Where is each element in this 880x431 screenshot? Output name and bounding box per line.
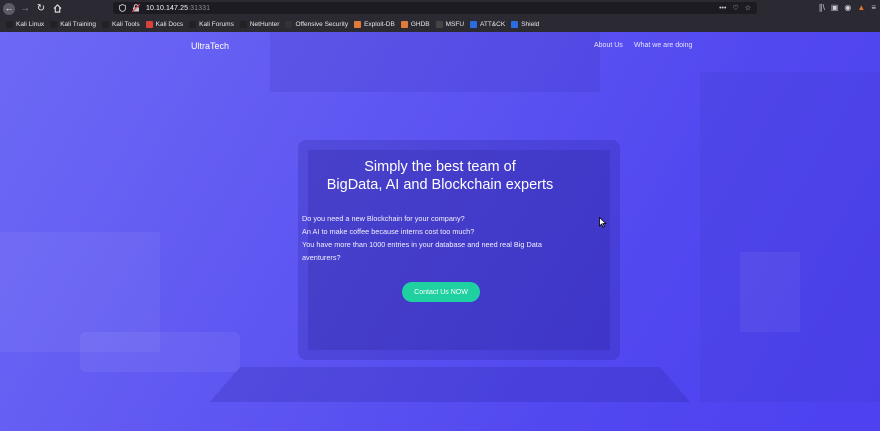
library-icon[interactable]: ∥\	[819, 4, 825, 12]
back-button[interactable]: ←	[3, 2, 15, 15]
arrow-left-icon: ←	[4, 3, 14, 13]
forward-button[interactable]: →	[19, 3, 31, 15]
bookmark-item[interactable]: NetHunter	[239, 21, 280, 28]
bookmark-label: Kali Tools	[111, 21, 140, 28]
bookmark-item[interactable]: Exploit-DB	[354, 21, 395, 28]
bookmark-item[interactable]: GHDB	[400, 21, 430, 28]
bookmark-label: GHDB	[410, 21, 430, 28]
kali-icon	[50, 21, 58, 28]
hero-text-line: Do you need a new Blockchain for your co…	[302, 214, 465, 223]
kali-icon	[101, 21, 109, 28]
bookmark-item[interactable]: ATT&CK	[470, 21, 505, 28]
hero-title-line1: Simply the best team of	[364, 159, 516, 175]
hero-text-line: You have more than 1000 entries in your …	[302, 240, 542, 249]
url-port: :31331	[188, 4, 211, 12]
bookmark-label: Kali Linux	[16, 21, 45, 28]
kali-docs-icon	[145, 21, 153, 28]
bookmark-label: ATT&CK	[480, 21, 506, 28]
hero-text-line: aventurers?	[302, 253, 341, 262]
url-text[interactable]: 10.10.147.25:31331	[146, 5, 210, 12]
hero-text-line: An AI to make coffee because interns cos…	[302, 227, 475, 236]
bookmark-item[interactable]: Kali Tools	[101, 21, 140, 28]
exploitdb-icon	[354, 21, 362, 28]
sidebar-icon[interactable]: ▣	[831, 4, 839, 12]
shield-icon[interactable]	[117, 3, 127, 13]
page-actions-icon[interactable]: •••	[719, 5, 726, 12]
bookmarks-bar: Kali Linux Kali Training Kali Tools Kali Do…	[0, 17, 880, 33]
url-host: 10.10.147.25	[146, 4, 189, 12]
hero-section: UltraTech About Us What we are doing Sim…	[0, 32, 880, 431]
bookmark-label: MSFU	[445, 21, 465, 28]
home-button[interactable]	[51, 3, 63, 15]
msfu-icon	[435, 21, 443, 28]
nav-link-what-we-do[interactable]: What we are doing	[634, 42, 692, 49]
menu-icon[interactable]: ≡	[871, 4, 876, 12]
bookmark-label: Kali Forums	[199, 21, 234, 28]
reload-button[interactable]: ↻	[35, 3, 47, 15]
contact-us-button[interactable]: Contact Us NOW	[402, 282, 480, 302]
mitre-icon	[470, 21, 478, 28]
foxyproxy-icon[interactable]: ▲	[857, 4, 865, 12]
home-icon	[53, 4, 61, 13]
kali-icon	[239, 21, 247, 28]
ghdb-icon	[400, 21, 408, 28]
pocket-icon[interactable]: ♡	[732, 5, 738, 12]
hero-title-line2: BigData, AI and Blockchain experts	[326, 177, 554, 193]
browser-toolbar: ← → ↻ 10.10.147.25:31331 ••• ♡ ☆ ∥\ ▣ ◉ …	[0, 0, 880, 17]
mitre-icon	[511, 21, 519, 28]
bookmark-label: Kali Docs	[155, 21, 184, 28]
bookmark-item[interactable]: MSFU	[435, 21, 465, 28]
arrow-right-icon: →	[20, 2, 30, 14]
kali-icon	[189, 21, 197, 28]
bookmark-label: Offensive Security	[295, 21, 349, 28]
account-icon[interactable]: ◉	[844, 4, 851, 12]
bookmark-star-icon[interactable]: ☆	[745, 5, 751, 12]
bookmark-item[interactable]: Kali Linux	[6, 21, 44, 28]
kali-icon	[6, 21, 13, 28]
bookmark-item[interactable]: Kali Docs	[145, 21, 184, 28]
bookmark-label: Exploit-DB	[364, 21, 395, 28]
mouse-cursor-icon	[599, 217, 607, 228]
bookmark-label: Kali Training	[60, 21, 96, 28]
nav-link-about[interactable]: About Us	[594, 42, 623, 49]
bookmark-item[interactable]: Kali Training	[50, 21, 96, 28]
bookmark-label: Shield	[521, 21, 540, 28]
site-logo[interactable]: UltraTech	[191, 41, 229, 51]
bookmark-item[interactable]: Kali Forums	[189, 21, 234, 28]
reload-icon: ↻	[36, 2, 46, 14]
url-bar[interactable]: 10.10.147.25:31331 ••• ♡ ☆	[113, 2, 757, 14]
insecure-lock-icon[interactable]	[131, 3, 141, 13]
offsec-icon	[285, 21, 293, 28]
bookmark-item[interactable]: Offensive Security	[285, 21, 348, 28]
bookmark-label: NetHunter	[249, 21, 280, 28]
bookmark-item[interactable]: Shield	[511, 21, 539, 28]
